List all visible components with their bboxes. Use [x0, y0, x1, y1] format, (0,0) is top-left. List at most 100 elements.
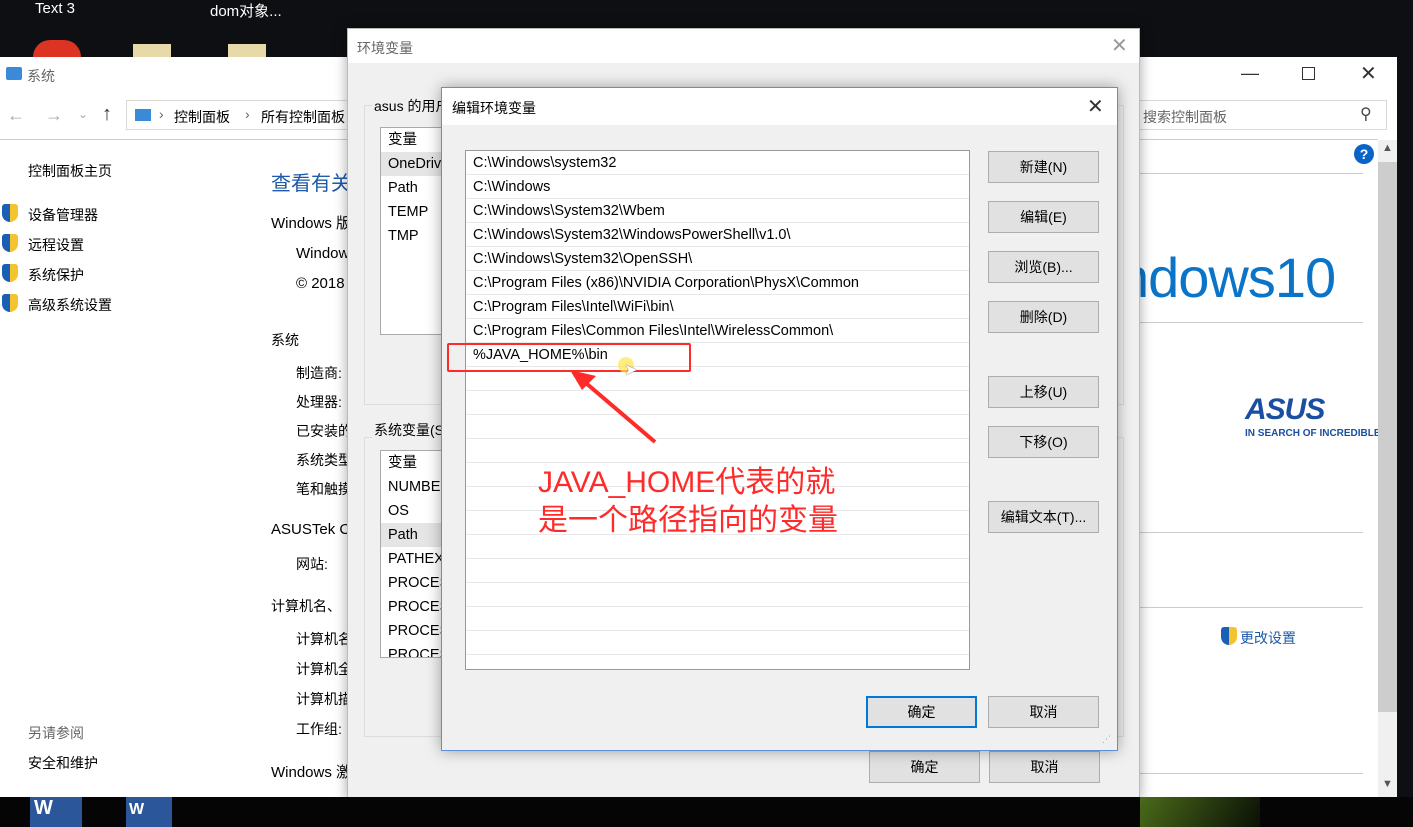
wallpaper: [1140, 797, 1260, 827]
title-bar: 编辑环境变量 ✕: [442, 88, 1117, 125]
empty-row[interactable]: [466, 415, 969, 439]
divider: [1140, 532, 1363, 533]
desktop-icon-text3[interactable]: Text 3: [35, 0, 75, 17]
close-button[interactable]: ✕: [1111, 33, 1128, 58]
move-up-button[interactable]: 上移(U): [988, 376, 1099, 408]
path-entries-list[interactable]: C:\Windows\system32 C:\Windows C:\Windows\…: [465, 150, 970, 670]
sidebar-item-remote[interactable]: 远程设置: [28, 235, 84, 255]
scrollbar-thumb[interactable]: [1378, 162, 1397, 712]
folder-icon[interactable]: [133, 44, 171, 57]
divider: [1140, 322, 1363, 323]
delete-button[interactable]: 删除(D): [988, 301, 1099, 333]
label-full-name: 计算机全: [296, 661, 352, 677]
maximize-button[interactable]: [1302, 67, 1315, 80]
label-website: 网站:: [296, 556, 328, 572]
path-entry[interactable]: C:\Program Files\Common Files\Intel\Wire…: [466, 319, 969, 343]
chevron-right-icon: ›: [245, 106, 250, 122]
recent-dropdown[interactable]: ⌄: [78, 107, 88, 121]
move-down-button[interactable]: 下移(O): [988, 426, 1099, 458]
sidebar-item-security[interactable]: 安全和维护: [28, 753, 98, 773]
shield-icon: [1221, 627, 1237, 645]
breadcrumb-item[interactable]: 所有控制面板: [261, 107, 345, 127]
sidebar-home[interactable]: 控制面板主页: [28, 161, 112, 181]
computer-icon: [135, 109, 151, 121]
label-ram: 已安装的: [296, 423, 352, 439]
desktop-icon-dom[interactable]: dom对象...: [210, 0, 282, 21]
section-activation: Windows 激: [271, 764, 352, 781]
browse-button[interactable]: 浏览(B)...: [988, 251, 1099, 283]
path-entry[interactable]: C:\Windows\System32\Wbem: [466, 199, 969, 223]
close-button[interactable]: ✕: [1360, 61, 1377, 86]
label-system-type: 系统类型: [296, 452, 352, 468]
path-entry[interactable]: C:\Windows: [466, 175, 969, 199]
folder-icon[interactable]: [228, 44, 266, 57]
section-windows-edition: Windows 版: [271, 215, 352, 232]
section-system: 系统: [271, 332, 299, 348]
divider: [1140, 173, 1363, 174]
sidebar-item-protection[interactable]: 系统保护: [28, 265, 84, 285]
up-button[interactable]: ↑: [102, 103, 112, 126]
annotation-text: JAVA_HOME代表的就 是一个路径指向的变量: [538, 464, 838, 540]
cancel-button[interactable]: 取消: [989, 751, 1100, 783]
resize-grip-icon[interactable]: ⋰: [1102, 734, 1111, 745]
empty-row[interactable]: [466, 607, 969, 631]
window-title: 系统: [27, 68, 55, 84]
label-pen-touch: 笔和触摸: [296, 481, 352, 497]
empty-row[interactable]: [466, 583, 969, 607]
forward-button[interactable]: →: [45, 105, 63, 126]
close-button[interactable]: ✕: [1087, 94, 1104, 119]
ok-button[interactable]: 确定: [869, 751, 980, 783]
annotation-line-1: JAVA_HOME代表的就: [538, 466, 836, 499]
minimize-button[interactable]: —: [1241, 63, 1259, 84]
sidebar-item-advanced[interactable]: 高级系统设置: [28, 295, 112, 315]
opera-icon[interactable]: [33, 40, 81, 57]
section-computer: 计算机名、: [271, 598, 341, 614]
path-entry[interactable]: C:\Program Files (x86)\NVIDIA Corporatio…: [466, 271, 969, 295]
empty-row[interactable]: [466, 559, 969, 583]
breadcrumb-item[interactable]: 控制面板: [174, 107, 230, 127]
system-vars-label: 系统变量(S): [372, 420, 451, 440]
arrow-shaft: [578, 376, 657, 444]
copyright: © 2018: [296, 275, 345, 292]
new-button[interactable]: 新建(N): [988, 151, 1099, 183]
label-workgroup: 工作组:: [296, 721, 342, 737]
edit-text-button[interactable]: 编辑文本(T)...: [988, 501, 1099, 533]
annotation-arrow: [570, 370, 657, 444]
address-bar[interactable]: › 控制面板 › 所有控制面板: [126, 100, 376, 130]
asus-tagline: IN SEARCH OF INCREDIBLE: [1245, 428, 1381, 439]
change-settings-link[interactable]: 更改设置: [1240, 628, 1296, 648]
empty-row[interactable]: [466, 631, 969, 655]
shield-icon: [2, 204, 18, 222]
computer-icon: [6, 67, 22, 80]
dialog-title: 环境变量: [357, 40, 413, 56]
path-entry[interactable]: C:\Windows\System32\OpenSSH\: [466, 247, 969, 271]
edit-button[interactable]: 编辑(E): [988, 201, 1099, 233]
empty-row[interactable]: [466, 391, 969, 415]
title-bar: 环境变量 ✕: [348, 29, 1139, 63]
path-entry[interactable]: C:\Program Files\Intel\WiFi\bin\: [466, 295, 969, 319]
empty-row[interactable]: [466, 439, 969, 463]
divider: [1140, 773, 1363, 774]
path-entry[interactable]: C:\Windows\system32: [466, 151, 969, 175]
label-computer-name: 计算机名: [296, 631, 352, 647]
shield-icon: [2, 264, 18, 282]
back-button[interactable]: ←: [7, 105, 25, 126]
word-icon[interactable]: W: [30, 797, 82, 827]
scrollbar[interactable]: ▲ ▼: [1378, 140, 1397, 797]
word-icon[interactable]: W: [126, 797, 172, 827]
ok-button[interactable]: 确定: [866, 696, 977, 728]
search-input[interactable]: 搜索控制面板 ⚲: [1137, 100, 1387, 130]
edit-environment-variable-dialog: 编辑环境变量 ✕ C:\Windows\system32 C:\Windows C:…: [441, 87, 1118, 751]
scroll-up-icon[interactable]: ▲: [1382, 142, 1393, 154]
dialog-title: 编辑环境变量: [452, 100, 536, 116]
shield-icon: [2, 234, 18, 252]
scroll-down-icon[interactable]: ▼: [1382, 778, 1393, 790]
path-entry[interactable]: C:\Windows\System32\WindowsPowerShell\v1…: [466, 223, 969, 247]
asus-logo: ASUS: [1245, 393, 1325, 426]
label-processor: 处理器:: [296, 394, 342, 410]
windows10-logo: ndows10: [1118, 246, 1336, 309]
sidebar-item-device-manager[interactable]: 设备管理器: [28, 205, 98, 225]
chevron-right-icon: ›: [159, 106, 164, 122]
help-icon[interactable]: ?: [1354, 144, 1374, 164]
cancel-button[interactable]: 取消: [988, 696, 1099, 728]
